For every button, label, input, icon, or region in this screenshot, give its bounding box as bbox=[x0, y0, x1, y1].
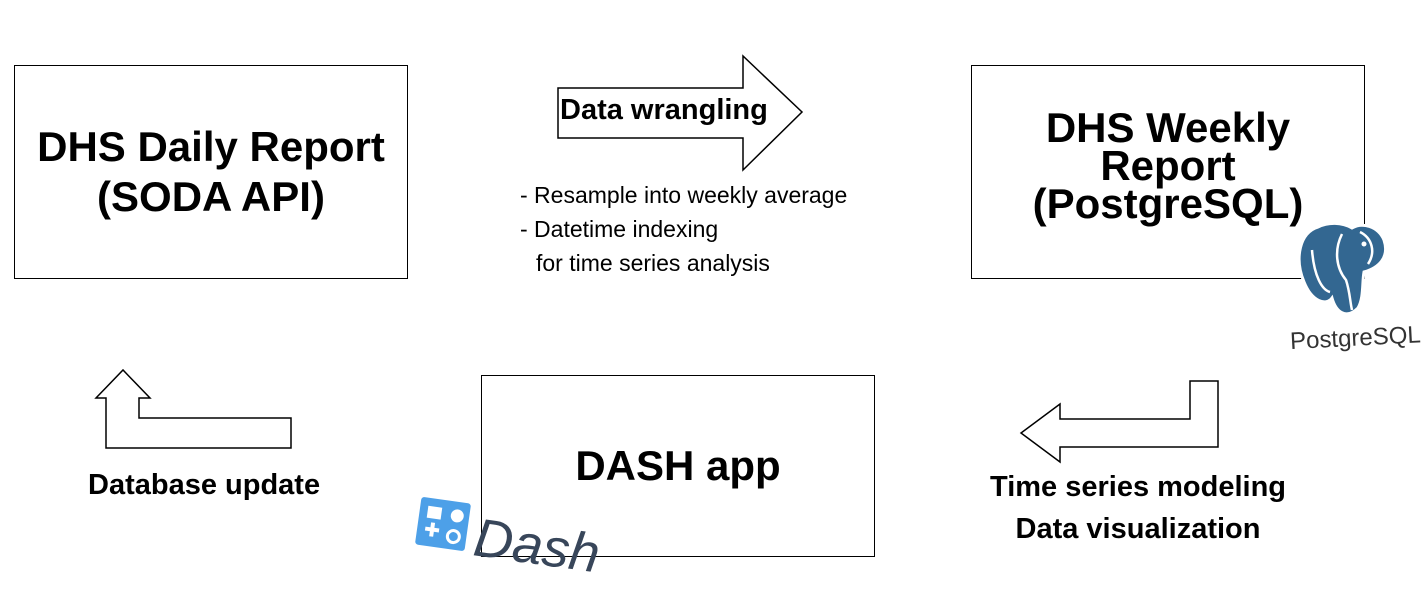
logo-layer: PostgreSQL Dash bbox=[415, 221, 1421, 584]
postgresql-elephant-icon bbox=[1297, 221, 1387, 316]
postgresql-logo-text: PostgreSQL bbox=[1289, 321, 1421, 355]
dash-logo-text: Dash bbox=[470, 507, 603, 584]
dash-logo-icon bbox=[415, 497, 471, 551]
